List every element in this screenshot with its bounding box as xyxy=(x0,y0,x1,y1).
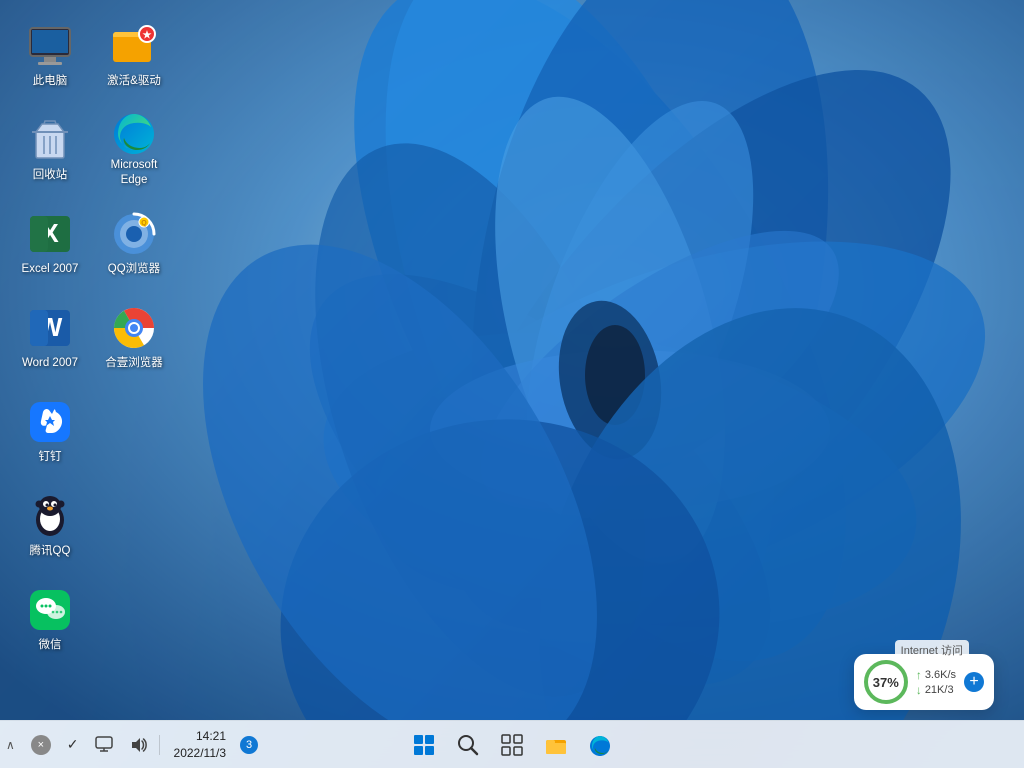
desktop-icon-qq[interactable]: 腾讯QQ xyxy=(10,480,90,570)
excel-icon: X xyxy=(26,210,74,258)
tray-separator xyxy=(159,735,160,755)
desktop-icon-dingding[interactable]: 钉钉 xyxy=(10,386,90,476)
clock-area[interactable]: 14:21 2022/11/3 xyxy=(166,726,235,764)
wechat-label: 微信 xyxy=(39,638,62,653)
upload-speed-row: ↑ 3.6K/s xyxy=(916,668,956,682)
edge-taskbar-button[interactable] xyxy=(580,725,620,765)
chevron-up-icon: ∧ xyxy=(6,738,15,752)
svg-text:Q: Q xyxy=(141,220,147,227)
desktop-icon-word[interactable]: W Word 2007 xyxy=(10,292,90,382)
recycle-icon xyxy=(26,116,74,164)
taskbar-center-icons xyxy=(404,725,620,765)
tray-check-icon[interactable]: ✓ xyxy=(61,732,85,757)
dingding-label: 钉钉 xyxy=(39,450,62,465)
internet-access-label: Internet 访问 xyxy=(895,640,969,660)
tray-volume-icon[interactable] xyxy=(123,732,153,758)
cpu-percent: 37% xyxy=(873,675,899,690)
qqbrowser-label: QQ浏览器 xyxy=(108,262,160,277)
qqbrowser-icon: Q xyxy=(110,210,158,258)
this-pc-icon xyxy=(26,22,74,70)
heyi-chrome-icon xyxy=(110,304,158,352)
heyi-label: 合壹浏览器 xyxy=(105,356,163,371)
network-speed-widget[interactable]: 37% ↑ 3.6K/s ↓ 21K/3 + xyxy=(854,654,994,710)
desktop-icon-activate[interactable]: ★ 激活&驱动 xyxy=(94,10,174,100)
desktop-icon-recycle[interactable]: 回收站 xyxy=(10,104,90,194)
desktop-icon-excel[interactable]: X Excel 2007 xyxy=(10,198,90,288)
download-arrow-icon: ↓ xyxy=(916,683,922,697)
this-pc-label: 此电脑 xyxy=(33,74,68,89)
dingding-icon xyxy=(26,398,74,446)
download-speed-row: ↓ 21K/3 xyxy=(916,683,956,697)
taskbar: ∧ × ✓ xyxy=(0,720,1024,768)
add-widget-button[interactable]: + xyxy=(964,672,984,692)
monitor-icon xyxy=(95,736,113,754)
cpu-percent-circle: 37% xyxy=(864,660,908,704)
qq-label: 腾讯QQ xyxy=(30,544,71,559)
desktop-icon-qqbrowser[interactable]: Q QQ浏览器 xyxy=(94,198,174,288)
desktop-icon-heyi[interactable]: 合壹浏览器 xyxy=(94,292,174,382)
edge-label: Microsoft Edge xyxy=(98,158,170,188)
wechat-icon xyxy=(26,586,74,634)
checkmark-icon: ✓ xyxy=(67,736,79,753)
download-speed: 21K/3 xyxy=(925,684,954,696)
desktop: 此电脑 ★ 激活&驱动 xyxy=(0,0,1024,768)
desktop-icon-this-pc[interactable]: 此电脑 xyxy=(10,10,90,100)
desktop-icon-wechat[interactable]: 微信 xyxy=(10,574,90,664)
start-button[interactable] xyxy=(404,725,444,765)
upload-arrow-icon: ↑ xyxy=(916,668,922,682)
tray-chevron-area[interactable]: ∧ xyxy=(0,734,21,756)
word-icon: W xyxy=(26,304,74,352)
clock-date: 2022/11/3 xyxy=(174,745,227,762)
notification-badge[interactable]: 3 xyxy=(240,736,258,754)
recycle-label: 回收站 xyxy=(33,168,68,183)
qq-icon xyxy=(26,492,74,540)
svg-text:★: ★ xyxy=(143,30,152,41)
clock-time: 14:21 xyxy=(196,728,226,745)
speed-info: ↑ 3.6K/s ↓ 21K/3 xyxy=(916,668,956,697)
file-explorer-button[interactable] xyxy=(536,725,576,765)
excel-label: Excel 2007 xyxy=(22,262,79,277)
volume-icon xyxy=(129,736,147,754)
upload-speed: 3.6K/s xyxy=(925,669,956,681)
tray-close-icon[interactable]: × xyxy=(25,731,57,759)
activate-icon: ★ xyxy=(110,22,158,70)
taskview-button[interactable] xyxy=(492,725,532,765)
word-label: Word 2007 xyxy=(22,356,78,371)
desktop-icon-edge[interactable]: Microsoft Edge xyxy=(94,104,174,194)
search-button[interactable] xyxy=(448,725,488,765)
close-x-icon: × xyxy=(31,735,51,755)
desktop-icons-container: 此电脑 ★ 激活&驱动 xyxy=(10,10,174,664)
activate-label: 激活&驱动 xyxy=(107,74,161,89)
taskbar-right: ∧ × ✓ xyxy=(0,726,258,764)
edge-icon xyxy=(110,110,158,154)
tray-monitor-icon[interactable] xyxy=(89,732,119,758)
